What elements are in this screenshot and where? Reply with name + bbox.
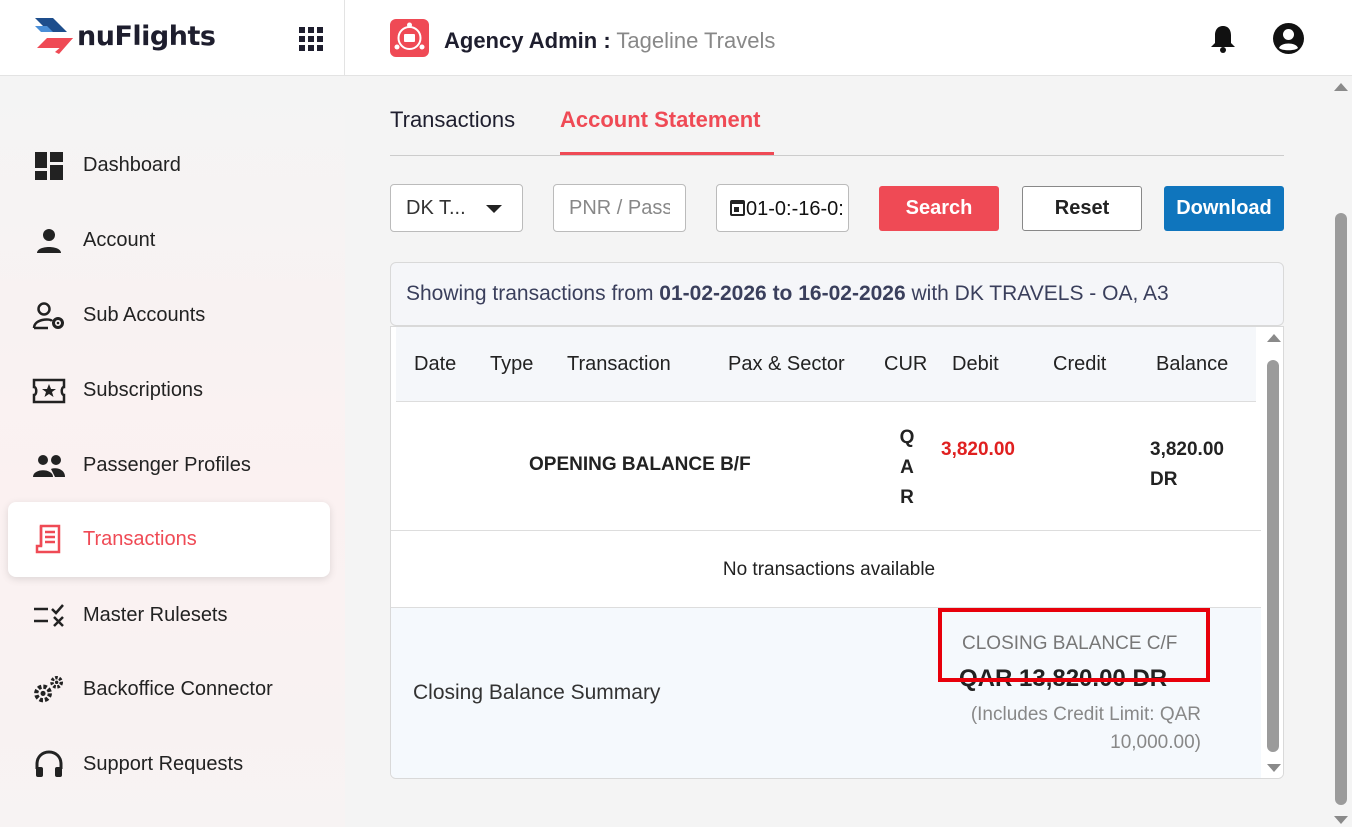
bell-icon[interactable] <box>1209 24 1237 54</box>
sidebar-item-subscriptions[interactable]: Subscriptions <box>8 353 330 428</box>
credit-note-line: 10,000.00) <box>1110 732 1201 753</box>
brand-name: nuFlights <box>77 20 216 52</box>
sidebar-item-label: Master Rulesets <box>83 604 228 626</box>
user-gear-icon <box>32 299 66 333</box>
date-range-value: 01-0:-16-0: <box>746 198 844 220</box>
info-to-word: to <box>772 282 793 305</box>
active-tab-indicator <box>560 152 774 155</box>
agency-select[interactable]: DK T... <box>390 184 523 232</box>
scroll-up-icon[interactable] <box>1267 334 1281 342</box>
reset-button[interactable]: Reset <box>1022 186 1142 231</box>
sidebar-item-label: Transactions <box>83 528 197 550</box>
page-scroll-thumb[interactable] <box>1335 213 1347 805</box>
date-range-input[interactable]: 01-0:-16-0: <box>716 184 849 232</box>
people-icon <box>32 449 66 483</box>
agency-icon <box>390 19 429 57</box>
search-button[interactable]: Search <box>879 186 999 231</box>
currency-letter: R <box>900 487 914 508</box>
receipt-icon <box>32 523 66 557</box>
top-bar: nuFlights Agency Admin : Tageline Travel… <box>0 0 1352 76</box>
logo-area: nuFlights <box>0 0 345 76</box>
person-icon <box>32 224 66 258</box>
apps-grid-icon[interactable] <box>299 27 323 51</box>
user-account-icon[interactable] <box>1272 22 1305 55</box>
table-scroll-thumb[interactable] <box>1267 360 1279 752</box>
info-to-date: 16-02-2026 <box>798 282 906 305</box>
sidebar-item-account[interactable]: Account <box>8 203 330 278</box>
sidebar-item-label: Backoffice Connector <box>83 678 273 700</box>
sidebar-item-support-requests[interactable]: Support Requests <box>8 727 330 802</box>
currency-letter: Q <box>899 427 915 448</box>
calendar-icon <box>730 200 745 216</box>
info-suffix: with DK TRAVELS - OA, A3 <box>911 282 1169 305</box>
column-header: Credit <box>1053 353 1107 375</box>
summary-label: Closing Balance Summary <box>413 681 661 704</box>
column-header: Pax & Sector <box>728 353 845 375</box>
sidebar: Dashboard Account Sub Accounts Subscript… <box>0 76 345 827</box>
debit-cell: 3,820.00 <box>941 439 1015 460</box>
agency-select-value: DK T... <box>406 197 466 219</box>
column-header: Transaction <box>567 353 671 375</box>
sidebar-item-label: Passenger Profiles <box>83 454 251 476</box>
date-range-summary: Showing transactions from 01-02-2026 to … <box>390 262 1284 326</box>
main-content: Transactions Account Statement DK T... 0… <box>346 77 1330 827</box>
download-button[interactable]: Download <box>1164 186 1284 231</box>
nuflights-logo-icon <box>35 18 73 54</box>
dashboard-icon <box>32 149 66 183</box>
brand-logo[interactable]: nuFlights <box>33 14 216 58</box>
sidebar-item-label: Account <box>83 229 156 251</box>
ticket-star-icon <box>32 374 66 408</box>
checklist-icon <box>32 599 66 633</box>
scroll-down-icon[interactable] <box>1267 764 1281 772</box>
sidebar-item-backoffice-connector[interactable]: Backoffice Connector <box>8 652 330 727</box>
column-header: Balance <box>1156 353 1229 375</box>
currency-letter: A <box>900 457 914 478</box>
empty-state-row: No transactions available <box>391 532 1261 608</box>
sidebar-item-label: Support Requests <box>83 753 244 775</box>
sidebar-item-master-rulesets[interactable]: Master Rulesets <box>8 578 330 653</box>
tab-transactions[interactable]: Transactions <box>390 107 515 133</box>
sidebar-item-label: Subscriptions <box>83 379 204 401</box>
closing-summary: Closing Balance Summary CLOSING BALANCE … <box>391 608 1261 778</box>
table-row: OPENING BALANCE B/F Q A R 3,820.00 3,820… <box>391 403 1261 531</box>
info-prefix: Showing transactions from <box>406 282 654 305</box>
role-label: Agency Admin : <box>444 28 611 53</box>
column-header: CUR <box>884 353 928 375</box>
credit-note-line: (Includes Credit Limit: QAR <box>970 704 1201 725</box>
sidebar-item-dashboard[interactable]: Dashboard <box>8 128 330 203</box>
statement-table[interactable]: Date Type Transaction Pax & Sector CUR D… <box>390 326 1284 779</box>
sidebar-item-transactions[interactable]: Transactions <box>8 502 330 577</box>
column-header: Debit <box>952 353 999 375</box>
gears-icon <box>32 673 66 707</box>
credit-limit-note: (Includes Credit Limit: QAR 10,000.00) <box>931 701 1201 757</box>
currency-cell: Q A R <box>897 423 917 513</box>
headset-icon <box>32 748 66 782</box>
sidebar-item-passenger-profiles[interactable]: Passenger Profiles <box>8 428 330 503</box>
opening-balance-label: OPENING BALANCE B/F <box>529 454 751 475</box>
sidebar-item-label: Dashboard <box>83 154 181 176</box>
sidebar-item-sub-accounts[interactable]: Sub Accounts <box>8 278 330 353</box>
scroll-down-icon[interactable] <box>1334 816 1348 824</box>
info-from-date: 01-02-2026 <box>659 282 767 305</box>
agency-name: Tageline Travels <box>616 28 776 53</box>
scroll-up-icon[interactable] <box>1334 83 1348 91</box>
chevron-down-icon <box>486 205 502 213</box>
column-header: Date <box>414 353 457 375</box>
balance-cell: 3,820.00 DR <box>1150 439 1224 490</box>
highlight-box <box>938 608 1210 682</box>
empty-message: No transactions available <box>722 559 936 580</box>
table-header: Date Type Transaction Pax & Sector CUR D… <box>396 327 1256 402</box>
sidebar-item-label: Sub Accounts <box>83 304 206 326</box>
column-header: Type <box>490 353 534 375</box>
tab-account-statement[interactable]: Account Statement <box>560 107 760 133</box>
pnr-search-input[interactable] <box>553 184 686 232</box>
tab-bar: Transactions Account Statement <box>390 77 1284 156</box>
page-title: Agency Admin : Tageline Travels <box>444 28 775 54</box>
